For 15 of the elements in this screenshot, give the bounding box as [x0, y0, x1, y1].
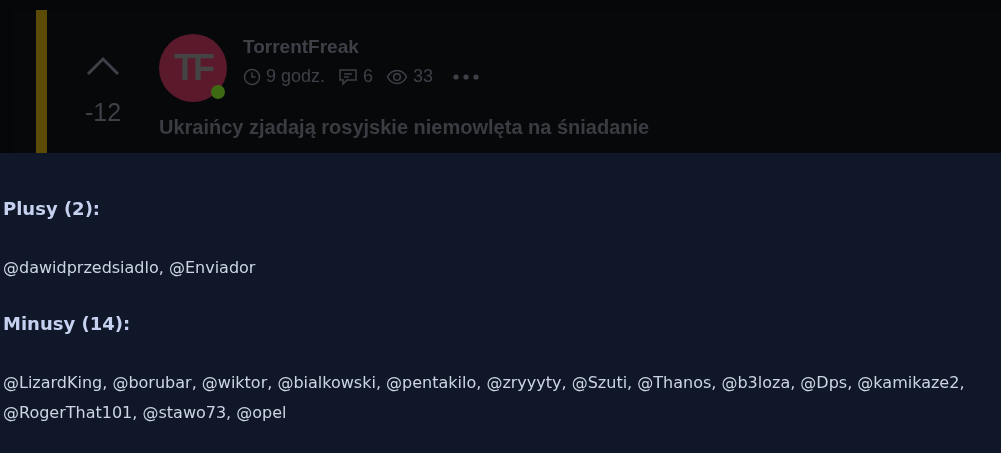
vote-score: -12 [84, 98, 122, 127]
section-heading: Plusy (2): [3, 198, 102, 219]
more-icon[interactable] [452, 72, 481, 81]
comment-count: 6 [363, 66, 374, 87]
comment-icon [338, 67, 359, 86]
section-heading: Minusy (14): [3, 313, 132, 334]
eye-icon [386, 68, 409, 85]
clock-icon [243, 67, 261, 86]
author-name[interactable]: TorrentFreak [243, 36, 481, 58]
post-title[interactable]: Ukraińcy zjadają rosyjskie niemowlęta na śniadanie [159, 116, 650, 139]
post-time: 9 godz. [266, 66, 326, 87]
upvote-chevron-icon[interactable] [86, 56, 120, 76]
view-count: 33 [413, 66, 434, 87]
user-list: @LizardKing, @borubar, @wiktor, @bialkowski, @pentakilo, @zryyyty, @Szuti, @Thanos, @b3loza, @Dps, @kamikaze2, @RogerThat101, @stawo73, @opel [3, 368, 988, 428]
user-list: @dawidprzedsiadlo, @Enviador [3, 253, 988, 283]
